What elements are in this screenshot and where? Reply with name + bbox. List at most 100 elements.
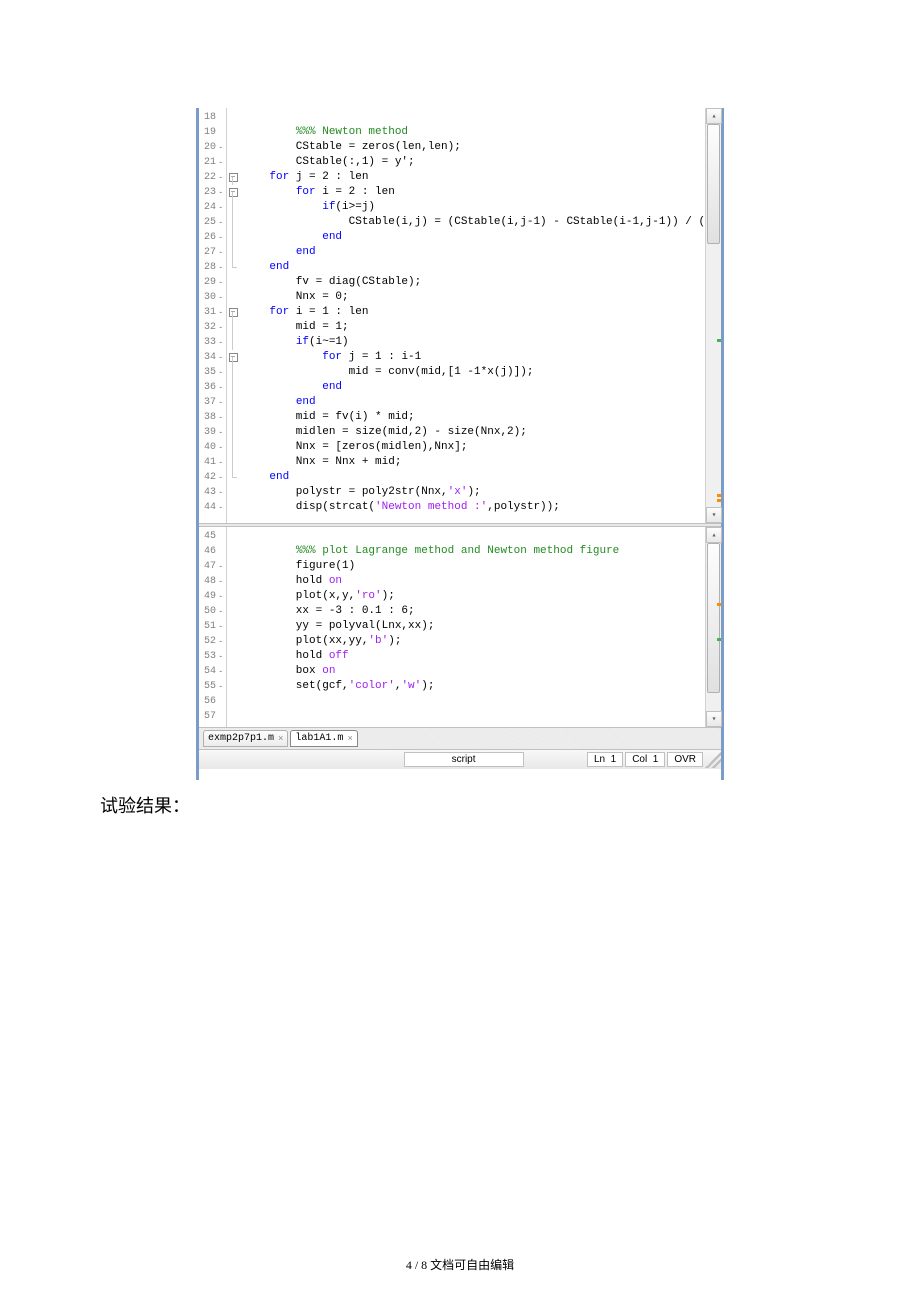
line-number: 51- [199,619,226,634]
fold-cell [227,425,239,440]
code-line[interactable]: end [239,380,721,395]
fold-column-1: −−−− [227,108,239,523]
code-line[interactable]: Nnx = [zeros(midlen),Nnx]; [239,440,721,455]
line-number: 46 [199,544,226,559]
fold-cell [227,440,239,455]
status-ovr: OVR [667,752,703,767]
fold-cell [227,335,239,350]
tab-label: exmp2p7p1.m [208,733,274,744]
line-gutter-1: 181920-21-22-23-24-25-26-27-28-29-30-31-… [199,108,227,523]
code-line[interactable] [239,709,721,724]
line-gutter-2: 454647-48-49-50-51-52-53-54-55-5657 [199,527,227,727]
matlab-editor-window: 181920-21-22-23-24-25-26-27-28-29-30-31-… [196,108,724,780]
fold-cell[interactable]: − [227,185,239,200]
code-line[interactable]: polystr = poly2str(Nnx,'x'); [239,485,721,500]
scroll-down-button[interactable]: ▾ [706,507,722,523]
code-line[interactable] [239,110,721,125]
status-script-type: script [404,752,524,767]
code-area-2[interactable]: %%% plot Lagrange method and Newton meth… [239,527,721,727]
code-line[interactable]: mid = conv(mid,[1 -1*x(j)]); [239,365,721,380]
code-line[interactable] [239,694,721,709]
fold-cell [227,559,239,574]
file-tab-bar: exmp2p7p1.m×lab1A1.m× [199,727,721,749]
code-line[interactable]: set(gcf,'color','w'); [239,679,721,694]
scroll-thumb-1[interactable] [707,124,720,244]
code-line[interactable]: end [239,230,721,245]
code-line[interactable]: Nnx = Nnx + mid; [239,455,721,470]
code-marker [717,499,721,502]
close-icon[interactable]: × [278,734,283,744]
code-area-1[interactable]: %%% Newton method CStable = zeros(len,le… [239,108,721,523]
code-line[interactable]: hold on [239,574,721,589]
code-marker [717,638,721,641]
code-line[interactable]: for j = 1 : i-1 [239,350,721,365]
fold-cell [227,589,239,604]
scroll-up-button[interactable]: ▴ [706,108,722,124]
close-icon[interactable]: × [347,734,352,744]
code-line[interactable]: end [239,245,721,260]
fold-cell [227,500,239,515]
code-line[interactable]: end [239,395,721,410]
scroll-thumb-2[interactable] [707,543,720,693]
scroll-down-button[interactable]: ▾ [706,711,722,727]
line-number: 49- [199,589,226,604]
code-line[interactable]: for j = 2 : len [239,170,721,185]
code-line[interactable]: CStable = zeros(len,len); [239,140,721,155]
line-number: 47- [199,559,226,574]
scroll-track-1[interactable] [706,124,721,507]
code-line[interactable]: for i = 1 : len [239,305,721,320]
line-number: 31- [199,305,226,320]
code-line[interactable]: fv = diag(CStable); [239,275,721,290]
line-number: 54- [199,664,226,679]
code-line[interactable]: plot(x,y,'ro'); [239,589,721,604]
fold-cell [227,574,239,589]
code-line[interactable]: hold off [239,649,721,664]
code-line[interactable]: mid = 1; [239,320,721,335]
code-line[interactable]: %%% Newton method [239,125,721,140]
fold-cell [227,230,239,245]
file-tab[interactable]: lab1A1.m× [290,730,357,747]
fold-cell [227,619,239,634]
scroll-track-2[interactable] [706,543,721,711]
code-line[interactable]: plot(xx,yy,'b'); [239,634,721,649]
fold-cell[interactable]: − [227,350,239,365]
code-pane-1: 181920-21-22-23-24-25-26-27-28-29-30-31-… [199,108,721,523]
fold-cell [227,365,239,380]
line-number: 30- [199,290,226,305]
line-number: 26- [199,230,226,245]
code-line[interactable]: end [239,260,721,275]
file-tab[interactable]: exmp2p7p1.m × [203,730,288,747]
vertical-scrollbar-2[interactable]: ▴ ▾ [705,527,721,727]
scroll-up-button[interactable]: ▴ [706,527,722,543]
code-line[interactable]: yy = polyval(Lnx,xx); [239,619,721,634]
code-line[interactable]: CStable(i,j) = (CStable(i,j-1) - CStable… [239,215,721,230]
code-line[interactable]: Nnx = 0; [239,290,721,305]
code-line[interactable]: CStable(:,1) = y'; [239,155,721,170]
section-heading: 试验结果： [100,792,190,818]
fold-cell [227,245,239,260]
line-number: 20- [199,140,226,155]
code-pane-2: 454647-48-49-50-51-52-53-54-55-5657 %%% … [199,527,721,727]
code-line[interactable]: %%% plot Lagrange method and Newton meth… [239,544,721,559]
code-line[interactable]: box on [239,664,721,679]
line-number: 50- [199,604,226,619]
line-number: 45 [199,529,226,544]
code-line[interactable]: if(i~=1) [239,335,721,350]
code-line[interactable]: for i = 2 : len [239,185,721,200]
resize-corner[interactable] [705,752,721,768]
code-line[interactable]: mid = fv(i) * mid; [239,410,721,425]
fold-cell[interactable]: − [227,170,239,185]
code-line[interactable]: end [239,470,721,485]
code-line[interactable]: midlen = size(mid,2) - size(Nnx,2); [239,425,721,440]
code-line[interactable]: xx = -3 : 0.1 : 6; [239,604,721,619]
vertical-scrollbar-1[interactable]: ▴ ▾ [705,108,721,523]
code-line[interactable] [239,529,721,544]
fold-cell [227,140,239,155]
fold-cell[interactable]: − [227,305,239,320]
fold-cell [227,544,239,559]
code-line[interactable]: if(i>=j) [239,200,721,215]
code-line[interactable]: figure(1) [239,559,721,574]
code-marker [717,494,721,497]
fold-cell [227,529,239,544]
code-line[interactable]: disp(strcat('Newton method :',polystr)); [239,500,721,515]
